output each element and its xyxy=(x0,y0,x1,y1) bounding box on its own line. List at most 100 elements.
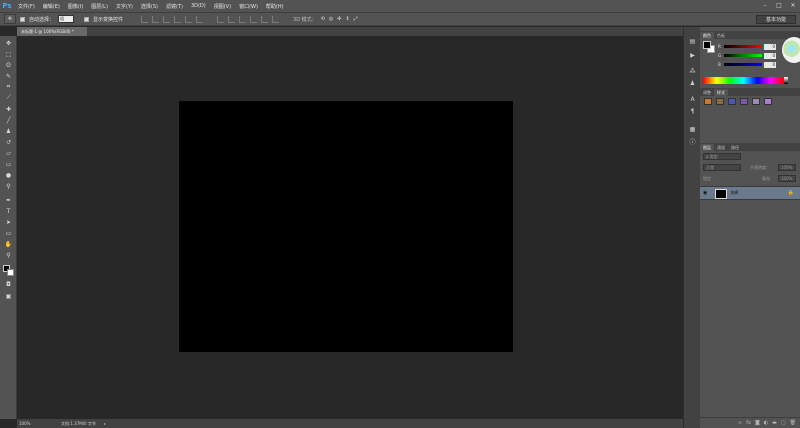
menu-type[interactable]: 文字(Y) xyxy=(112,3,137,10)
zoom-level[interactable]: 100% xyxy=(19,421,33,426)
distribute-right-icon[interactable] xyxy=(272,15,280,23)
slider-b-value[interactable]: 0 xyxy=(764,61,776,68)
zoom-tool-icon[interactable]: ⚲ xyxy=(3,251,14,259)
status-menu-arrow[interactable]: ▸ xyxy=(104,421,106,426)
color-spectrum-bw[interactable] xyxy=(784,77,788,84)
distribute-vcenter-icon[interactable] xyxy=(228,15,236,23)
pan-3d-icon[interactable]: ✣ xyxy=(337,16,341,22)
panel-foreground-color[interactable] xyxy=(703,41,711,49)
healing-brush-tool-icon[interactable]: ✚ xyxy=(3,105,14,113)
screen-mode-icon[interactable]: ▣ xyxy=(3,292,14,300)
path-select-tool-icon[interactable]: ➤ xyxy=(3,218,14,226)
document-canvas[interactable] xyxy=(179,101,513,352)
menu-3d[interactable]: 3D(D) xyxy=(187,3,210,9)
align-top-icon[interactable] xyxy=(141,15,149,23)
style-swatch[interactable] xyxy=(716,98,724,105)
style-swatch[interactable] xyxy=(740,98,748,105)
tool-presets-panel-icon[interactable]: ▦ xyxy=(688,125,697,133)
brush-tool-icon[interactable]: ╱ xyxy=(3,116,14,124)
pen-tool-icon[interactable]: ✒ xyxy=(3,196,14,204)
distribute-bottom-icon[interactable] xyxy=(239,15,247,23)
layer-kind-filter[interactable]: ρ 类型 xyxy=(703,153,741,160)
menu-view[interactable]: 视图(V) xyxy=(210,3,235,10)
style-swatch[interactable] xyxy=(752,98,760,105)
history-brush-tool-icon[interactable]: ↺ xyxy=(3,138,14,146)
slider-b[interactable]: B 0 xyxy=(718,61,796,68)
auto-select-checkbox[interactable] xyxy=(20,16,25,22)
background-color[interactable] xyxy=(7,269,14,276)
align-vcenter-icon[interactable] xyxy=(152,15,160,23)
dodge-tool-icon[interactable]: ⚲ xyxy=(3,182,14,190)
move-tool-preset-icon[interactable]: ✥ xyxy=(4,14,16,24)
align-right-icon[interactable] xyxy=(196,15,204,23)
hand-tool-icon[interactable]: ✋ xyxy=(3,240,14,248)
gradient-tool-icon[interactable]: ▭ xyxy=(3,160,14,168)
tab-color[interactable]: 颜色 xyxy=(700,32,714,39)
brush-panel-icon[interactable]: ⁂ xyxy=(688,67,697,75)
marquee-tool-icon[interactable]: ⬚ xyxy=(3,50,14,58)
history-panel-icon[interactable]: ▤ xyxy=(688,37,697,45)
align-bottom-icon[interactable] xyxy=(163,15,171,23)
slider-g-value[interactable]: 0 xyxy=(764,52,776,59)
tab-swatches[interactable]: 色板 xyxy=(714,32,728,39)
tab-adjustments[interactable]: 调整 xyxy=(700,89,714,96)
fill-input[interactable]: 100% xyxy=(778,175,796,182)
group-icon[interactable]: ▬ xyxy=(772,420,777,426)
minimize-button[interactable]: – xyxy=(760,1,770,10)
maximize-button[interactable]: □ xyxy=(774,1,784,10)
align-hcenter-icon[interactable] xyxy=(185,15,193,23)
color-spectrum[interactable] xyxy=(703,77,784,84)
eyedropper-tool-icon[interactable]: ⟋ xyxy=(3,94,14,102)
menu-select[interactable]: 选择(S) xyxy=(137,3,162,10)
auto-select-dropdown[interactable]: 组 xyxy=(58,15,75,23)
mask-icon[interactable]: ◙ xyxy=(755,420,760,426)
actions-panel-icon[interactable]: ▶ xyxy=(688,51,697,59)
slider-b-track[interactable] xyxy=(724,63,762,66)
lasso-tool-icon[interactable]: ʘ xyxy=(3,61,14,69)
fx-icon[interactable]: fx xyxy=(746,420,751,426)
menu-edit[interactable]: 编辑(E) xyxy=(39,3,64,10)
eye-icon[interactable]: ◉ xyxy=(703,190,707,196)
layer-row[interactable]: ◉ 背景 🔒 xyxy=(700,186,800,200)
close-button[interactable]: ✕ xyxy=(788,1,798,10)
clone-source-panel-icon[interactable]: ♟ xyxy=(688,79,697,87)
tab-channels[interactable]: 通道 xyxy=(714,144,728,151)
color-swatches[interactable] xyxy=(3,265,14,276)
workspace-switcher[interactable]: 基本功能 xyxy=(756,15,796,24)
crop-tool-icon[interactable]: ⌗ xyxy=(3,83,14,91)
slider-r-track[interactable] xyxy=(724,45,762,48)
character-panel-icon[interactable]: A xyxy=(688,95,697,103)
rotate-3d-icon[interactable]: ⟲ xyxy=(321,16,325,22)
clone-stamp-tool-icon[interactable]: ♟ xyxy=(3,127,14,135)
new-layer-icon[interactable]: ▢ xyxy=(781,420,786,426)
link-icon[interactable]: ∞ xyxy=(738,420,742,426)
type-tool-icon[interactable]: T xyxy=(3,207,14,215)
slider-r-value[interactable]: 0 xyxy=(764,43,776,50)
menu-help[interactable]: 帮助(H) xyxy=(262,3,288,10)
opacity-input[interactable]: 100% xyxy=(778,164,796,171)
move-tool-icon[interactable]: ✥ xyxy=(3,39,14,47)
show-transform-checkbox[interactable] xyxy=(84,16,90,22)
style-swatch[interactable] xyxy=(728,98,736,105)
distribute-left-icon[interactable] xyxy=(250,15,258,23)
style-swatch[interactable] xyxy=(764,98,772,105)
shape-tool-icon[interactable]: ▭ xyxy=(3,229,14,237)
scale-3d-icon[interactable]: ⤢ xyxy=(354,16,358,22)
slide-3d-icon[interactable]: ⇕ xyxy=(345,16,349,22)
canvas-area[interactable] xyxy=(17,36,683,419)
trash-icon[interactable]: 🗑 xyxy=(790,420,796,426)
tab-layers[interactable]: 图层 xyxy=(700,144,714,151)
menu-filter[interactable]: 滤镜(T) xyxy=(162,3,187,10)
menu-window[interactable]: 窗口(W) xyxy=(235,3,262,10)
blend-mode-select[interactable]: 正常 xyxy=(703,164,741,171)
tab-styles[interactable]: 样式 xyxy=(714,89,728,96)
distribute-top-icon[interactable] xyxy=(217,15,225,23)
info-panel-icon[interactable]: ⓘ xyxy=(688,137,697,146)
distribute-hcenter-icon[interactable] xyxy=(261,15,269,23)
adjustment-layer-icon[interactable]: ◐ xyxy=(764,420,768,426)
tab-paths[interactable]: 路径 xyxy=(728,144,742,151)
style-swatch[interactable] xyxy=(704,98,712,105)
document-tab[interactable]: 未标题-1 @ 100%(RGB/8) * xyxy=(17,27,87,36)
quick-mask-icon[interactable]: ◘ xyxy=(3,280,14,288)
menu-file[interactable]: 文件(F) xyxy=(14,3,39,10)
